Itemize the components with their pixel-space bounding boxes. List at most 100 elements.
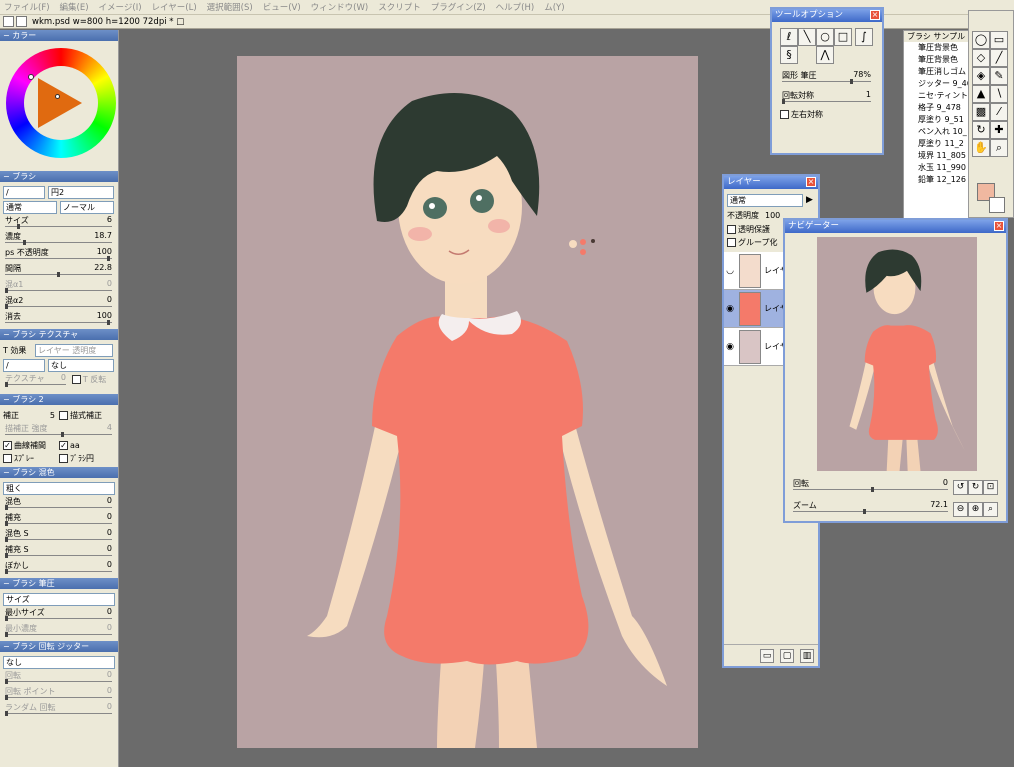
layer-opacity-value[interactable]: 100 bbox=[765, 211, 780, 220]
jitter-section-header[interactable]: − ブラシ 回転 ジッター bbox=[0, 641, 118, 652]
zoom-icon[interactable]: ⌕ bbox=[990, 139, 1008, 157]
correction-value[interactable]: 5 bbox=[27, 411, 55, 420]
correction-strength-slider[interactable]: 描補正 強度 4 bbox=[3, 423, 115, 439]
spacing-slider[interactable]: 間隔 22.8 bbox=[3, 263, 115, 279]
brush-circle-checkbox[interactable]: ﾌﾞﾗｼ円 bbox=[59, 452, 94, 465]
zoom-out-icon[interactable]: ⊖ bbox=[953, 502, 968, 517]
sample-item[interactable]: 境界 11_805 bbox=[904, 150, 970, 162]
sample-item[interactable]: 筆圧背景色 bbox=[904, 54, 970, 66]
aa-checkbox[interactable]: ✓ aa bbox=[59, 439, 80, 452]
pressure-section-header[interactable]: − ブラシ 筆圧 bbox=[0, 578, 118, 589]
rotate-reset-icon[interactable]: ⊡ bbox=[983, 480, 998, 495]
eye-icon[interactable]: ◉ bbox=[724, 304, 736, 314]
blend-mode-field[interactable]: 粗く bbox=[3, 481, 115, 495]
hand-icon[interactable]: ✋ bbox=[972, 139, 990, 157]
density-slider[interactable]: 濃度 18.7 bbox=[3, 231, 115, 247]
texture-effect-field[interactable]: レイヤー 透明度 bbox=[35, 343, 113, 357]
navigator-preview[interactable] bbox=[817, 237, 977, 471]
move-icon[interactable]: ✚ bbox=[990, 121, 1008, 139]
curve-interpolation-checkbox[interactable]: ✓ 曲線補間 bbox=[3, 439, 59, 452]
fill-icon[interactable]: ▲ bbox=[972, 85, 990, 103]
eraser-icon[interactable]: ◇ bbox=[972, 49, 990, 67]
menu-layer[interactable]: レイヤー(L) bbox=[152, 1, 197, 13]
sample-item[interactable]: ジッター 9_46 bbox=[904, 78, 970, 90]
blend-section-header[interactable]: − ブラシ 混色 bbox=[0, 467, 118, 478]
texture-section-header[interactable]: − ブラシ テクスチャ bbox=[0, 329, 118, 340]
rotate-symmetry-slider[interactable]: 回転対称 1 bbox=[780, 90, 874, 106]
menu-help[interactable]: ヘルプ(H) bbox=[496, 1, 535, 13]
rect-shape-icon[interactable]: □ bbox=[834, 28, 852, 46]
background-color-swatch[interactable] bbox=[989, 197, 1005, 213]
opacity-slider[interactable]: ps 不透明度 100 bbox=[3, 247, 115, 263]
trash-icon[interactable]: ▥ bbox=[800, 648, 814, 663]
layer-blend-mode-field[interactable]: 通常 bbox=[727, 193, 803, 207]
min-density-slider[interactable]: 最小濃度 0 bbox=[3, 623, 115, 639]
menu-edit[interactable]: 編集(E) bbox=[60, 1, 89, 13]
sample-item[interactable]: 厚塗り 9_51 bbox=[904, 114, 970, 126]
menu-selection[interactable]: 選択範囲(S) bbox=[207, 1, 253, 13]
color-section-header[interactable]: − カラー bbox=[0, 30, 118, 41]
line-correction-checkbox[interactable]: 描式補正 bbox=[59, 409, 102, 422]
freehand-shape-icon[interactable]: ℓ bbox=[780, 28, 798, 46]
erase-slider[interactable]: 消去 100 bbox=[3, 311, 115, 327]
menu-window[interactable]: ウィンドウ(W) bbox=[311, 1, 369, 13]
menu-view[interactable]: ビュー(V) bbox=[263, 1, 301, 13]
bucket-icon[interactable]: ◈ bbox=[972, 67, 990, 85]
brush-icon[interactable]: ╱ bbox=[990, 49, 1008, 67]
polyline-shape-icon[interactable]: ⋀ bbox=[816, 46, 834, 64]
play-icon[interactable]: ▶ bbox=[806, 195, 813, 205]
zoom-fit-icon[interactable]: ⌕ bbox=[983, 502, 998, 517]
sample-item[interactable]: 筆圧消しゴム bbox=[904, 66, 970, 78]
sample-item[interactable]: 格子 9_478 bbox=[904, 102, 970, 114]
sample-item[interactable]: ニセ·ティント bbox=[904, 90, 970, 102]
size-slider[interactable]: サイズ 6 bbox=[3, 215, 115, 231]
folder-icon[interactable]: ▭ bbox=[760, 648, 774, 663]
brush2-section-header[interactable]: − ブラシ 2 bbox=[0, 394, 118, 405]
sample-item[interactable]: 厚塗り 11_2 bbox=[904, 138, 970, 150]
tool-options-titlebar[interactable]: ツールオプション × bbox=[772, 9, 882, 22]
close-icon[interactable]: × bbox=[870, 10, 880, 20]
layers-titlebar[interactable]: レイヤー × bbox=[724, 176, 818, 189]
hue-marker[interactable] bbox=[28, 74, 34, 80]
blur-slider[interactable]: ぼかし 0 bbox=[3, 560, 115, 576]
sample-item[interactable]: 鉛筆 12_126 bbox=[904, 174, 970, 186]
document-title[interactable]: wkm.psd w=800 h=1200 72dpi * □ bbox=[32, 17, 184, 27]
menu-file[interactable]: ファイル(F) bbox=[4, 1, 50, 13]
navigator-rotate-control[interactable]: 回転 0 bbox=[791, 478, 951, 494]
sample-item[interactable]: ペン入れ 10_ bbox=[904, 126, 970, 138]
curve-shape-icon[interactable]: ∫ bbox=[854, 28, 873, 46]
navigator-zoom-control[interactable]: ズーム 72.1 bbox=[791, 500, 951, 516]
mix-s-slider[interactable]: 混色 S0 bbox=[3, 528, 115, 544]
drawing-canvas[interactable] bbox=[237, 56, 698, 748]
eye-icon[interactable]: ◡ bbox=[724, 266, 736, 276]
eyedropper-icon[interactable]: ⁄ bbox=[990, 103, 1008, 121]
fill-slider[interactable]: 補充 0 bbox=[3, 512, 115, 528]
random-rotate-slider[interactable]: ランダム 回転 0 bbox=[3, 702, 115, 718]
mirror-checkbox[interactable]: 左右対称 bbox=[780, 108, 874, 121]
rotate-icon[interactable]: ↻ bbox=[972, 121, 990, 139]
min-size-slider[interactable]: 最小サイズ 0 bbox=[3, 607, 115, 623]
brush-tip-field[interactable]: 円2 bbox=[48, 185, 114, 199]
mix2-slider[interactable]: 混α2 0 bbox=[3, 295, 115, 311]
close-icon[interactable]: × bbox=[806, 177, 816, 187]
texture-name-field[interactable]: なし bbox=[48, 358, 114, 372]
close-document-icon[interactable] bbox=[16, 16, 27, 27]
new-layer-icon[interactable]: ▢ bbox=[780, 648, 794, 663]
mix-slider[interactable]: 混色 0 bbox=[3, 496, 115, 512]
jitter-mode-field[interactable]: なし bbox=[3, 655, 115, 669]
lasso-icon[interactable]: ◯ bbox=[972, 31, 990, 49]
menu-extra[interactable]: ム(Y) bbox=[544, 1, 564, 13]
texture-slider[interactable]: テクスチャ 0 bbox=[3, 373, 69, 389]
gradient-icon[interactable]: ▩ bbox=[972, 103, 990, 121]
menu-script[interactable]: スクリプト bbox=[378, 1, 421, 13]
brush-samples-header[interactable]: ブラシ サンプル bbox=[904, 31, 970, 42]
sample-item[interactable]: 筆圧背景色 bbox=[904, 42, 970, 54]
texture-invert-checkbox[interactable]: T 反転 bbox=[71, 373, 106, 386]
pressure-target-field[interactable]: サイズ bbox=[3, 592, 115, 606]
rotate-slider[interactable]: 回転 0 bbox=[3, 670, 115, 686]
line-shape-icon[interactable]: ╲ bbox=[798, 28, 816, 46]
mix1-slider[interactable]: 混α1 0 bbox=[3, 279, 115, 295]
smudge-icon[interactable]: ∖ bbox=[990, 85, 1008, 103]
eye-icon[interactable]: ◉ bbox=[724, 342, 736, 352]
spline-shape-icon[interactable]: § bbox=[780, 46, 798, 64]
